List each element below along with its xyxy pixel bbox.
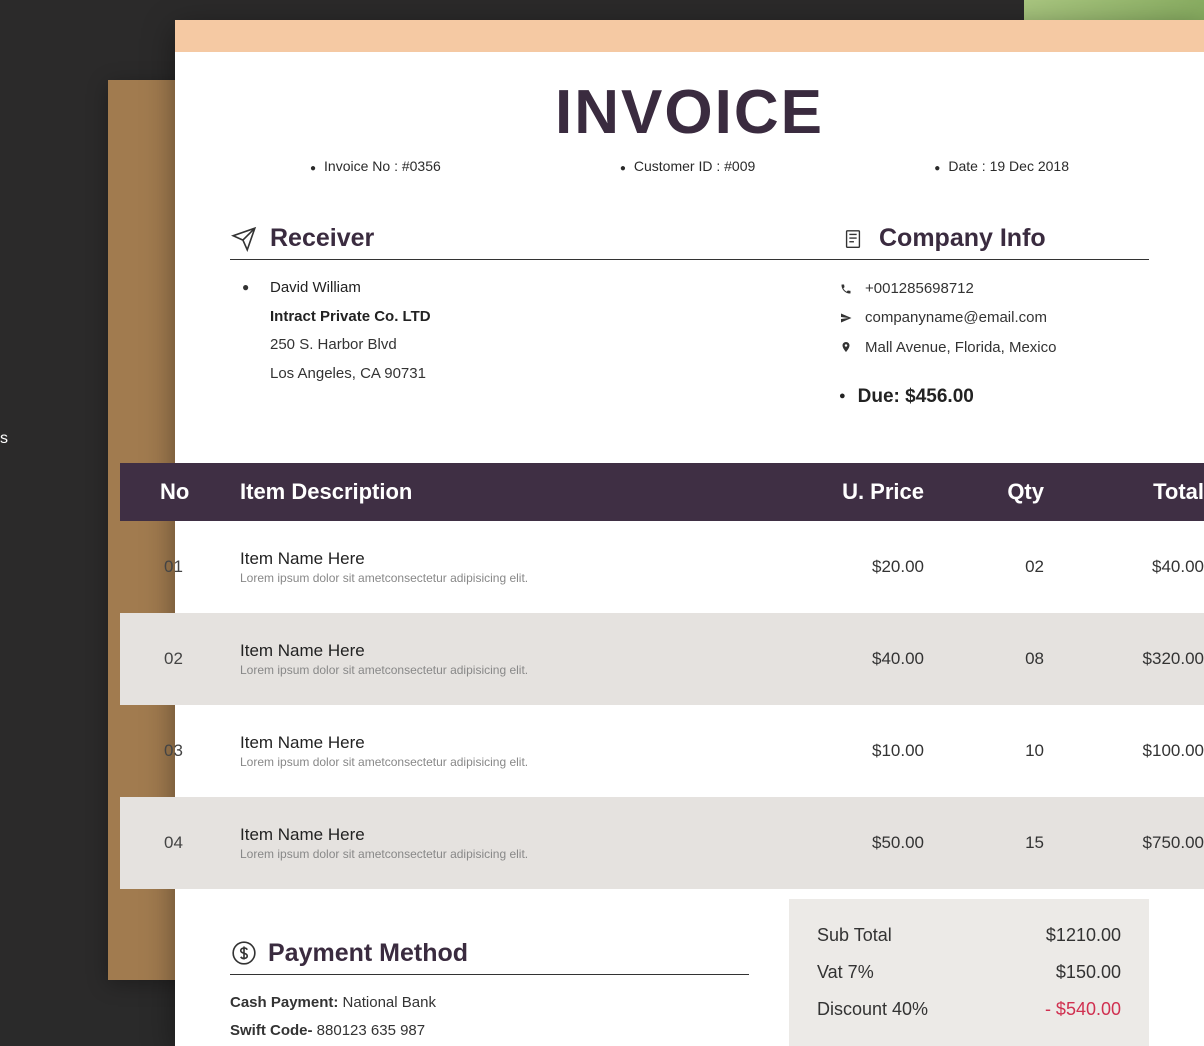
amount-due: Due: $456.00: [839, 378, 1149, 415]
th-no: No: [140, 479, 240, 505]
document-icon: [839, 225, 867, 253]
item-name: Item Name Here: [240, 825, 764, 845]
item-sub: Lorem ipsum dolor sit ametconsectetur ad…: [240, 663, 764, 677]
table-row: 01 Item Name Here Lorem ipsum dolor sit …: [120, 521, 1204, 613]
payment-method-block: Payment Method Cash Payment: National Ba…: [230, 899, 749, 1046]
send-icon: [839, 312, 853, 324]
item-sub: Lorem ipsum dolor sit ametconsectetur ad…: [240, 847, 764, 861]
table-header-row: No Item Description U. Price Qty Total: [120, 463, 1204, 521]
receiver-addr1: 250 S. Harbor Blvd: [270, 331, 839, 360]
vat-row: Vat 7% $150.00: [817, 954, 1121, 991]
payment-heading: Payment Method: [268, 939, 468, 968]
row-no: 02: [140, 649, 240, 669]
invoice-meta-row: Invoice No : #0356 Customer ID : #009 Da…: [230, 148, 1149, 204]
invoice-document: INVOICE Invoice No : #0356 Customer ID :…: [175, 20, 1204, 1046]
item-name: Item Name Here: [240, 641, 764, 661]
item-sub: Lorem ipsum dolor sit ametconsectetur ad…: [240, 571, 764, 585]
invoice-number: Invoice No : #0356: [310, 158, 441, 174]
customer-id: Customer ID : #009: [620, 158, 755, 174]
line-total: $40.00: [1044, 557, 1204, 577]
th-unit-price: U. Price: [764, 479, 924, 505]
dollar-circle-icon: [230, 939, 258, 967]
invoice-title: INVOICE: [230, 77, 1149, 148]
cash-payment-line: Cash Payment: National Bank: [230, 989, 749, 1018]
top-accent-bar: [175, 20, 1204, 52]
company-email: companyname@email.com: [865, 303, 1047, 332]
th-qty: Qty: [924, 479, 1044, 505]
company-info-heading: Company Info: [879, 224, 1046, 253]
company-address: Mall Avenue, Florida, Mexico: [865, 333, 1056, 362]
phone-icon: [839, 283, 853, 295]
company-info-block: Company Info +001285698712 companyname@e…: [839, 224, 1149, 415]
swift-code-line: Swift Code- 880123 635 987: [230, 1017, 749, 1046]
discount-row: Discount 40% - $540.00: [817, 991, 1121, 1028]
paper-plane-icon: [230, 225, 258, 253]
line-total: $750.00: [1044, 833, 1204, 853]
totals-block: Sub Total $1210.00 Vat 7% $150.00 Discou…: [789, 899, 1149, 1046]
invoice-date: Date : 19 Dec 2018: [934, 158, 1069, 174]
unit-price: $20.00: [764, 557, 924, 577]
left-edge-text: s: [0, 430, 24, 460]
location-icon: [839, 341, 853, 353]
qty: 02: [924, 557, 1044, 577]
table-row: 04 Item Name Here Lorem ipsum dolor sit …: [120, 797, 1204, 889]
item-sub: Lorem ipsum dolor sit ametconsectetur ad…: [240, 755, 764, 769]
unit-price: $40.00: [764, 649, 924, 669]
table-row: 03 Item Name Here Lorem ipsum dolor sit …: [120, 705, 1204, 797]
row-no: 04: [140, 833, 240, 853]
item-name: Item Name Here: [240, 549, 764, 569]
qty: 08: [924, 649, 1044, 669]
line-total: $320.00: [1044, 649, 1204, 669]
th-description: Item Description: [240, 479, 764, 505]
row-no: 01: [140, 557, 240, 577]
row-no: 03: [140, 741, 240, 761]
unit-price: $10.00: [764, 741, 924, 761]
company-phone: +001285698712: [865, 274, 974, 303]
qty: 10: [924, 741, 1044, 761]
receiver-block: Receiver David William Intract Private C…: [230, 224, 839, 415]
qty: 15: [924, 833, 1044, 853]
item-name: Item Name Here: [240, 733, 764, 753]
receiver-addr2: Los Angeles, CA 90731: [270, 360, 839, 389]
th-total: Total: [1044, 479, 1204, 505]
receiver-name: David William: [270, 274, 839, 303]
line-items-table: No Item Description U. Price Qty Total 0…: [120, 463, 1204, 889]
unit-price: $50.00: [764, 833, 924, 853]
receiver-heading: Receiver: [270, 224, 374, 253]
receiver-company: Intract Private Co. LTD: [270, 303, 839, 332]
line-total: $100.00: [1044, 741, 1204, 761]
subtotal-row: Sub Total $1210.00: [817, 917, 1121, 954]
table-row: 02 Item Name Here Lorem ipsum dolor sit …: [120, 613, 1204, 705]
